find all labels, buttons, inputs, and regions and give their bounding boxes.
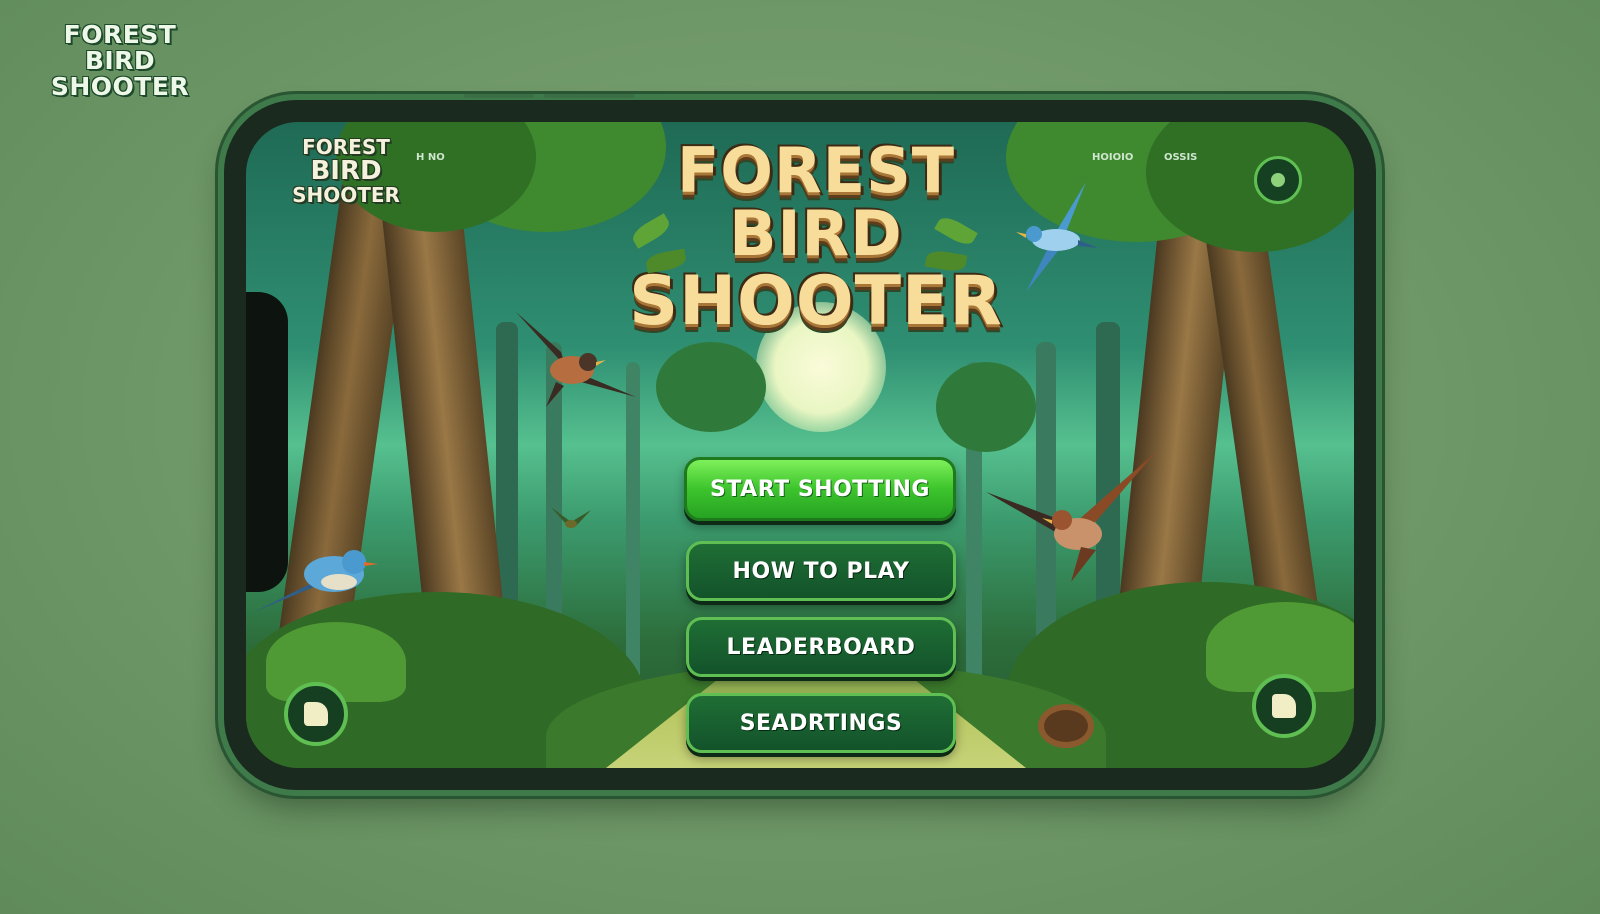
title-line-1: FOREST	[676, 134, 956, 207]
phone-device: FOREST BIRD SHOOTER H NO HOIOIO OSSIS FO…	[224, 94, 1376, 790]
bird-small-distant	[551, 507, 591, 528]
corner-logo-line-1: FOREST	[63, 20, 177, 49]
bird-brown-flying-right	[986, 452, 1156, 582]
start-button[interactable]: START SHOTTING	[684, 457, 956, 521]
top-settings-icon[interactable]	[1254, 156, 1302, 204]
small-logo-line-2: BIRD	[310, 156, 382, 186]
status-label: OSSIS	[1164, 152, 1198, 163]
phone-side-button	[464, 94, 534, 98]
log-stump	[1038, 704, 1094, 748]
small-logo-line-3: SHOOTER	[292, 183, 400, 207]
settings-button[interactable]: SEADRTINGS	[686, 693, 956, 753]
status-label: H NO	[416, 152, 445, 163]
settings-circle-icon	[1271, 173, 1285, 187]
corner-logo-line-2: BIRD	[84, 46, 156, 75]
bottom-right-button[interactable]	[1252, 674, 1316, 738]
game-screen: FOREST BIRD SHOOTER H NO HOIOIO OSSIS FO…	[246, 122, 1354, 768]
how-to-play-button[interactable]: HOW TO PLAY	[686, 541, 956, 601]
bottom-left-button[interactable]	[284, 682, 348, 746]
screen-small-logo: FOREST BIRD SHOOTER	[286, 136, 406, 206]
corner-logo-line-3: SHOOTER	[50, 72, 190, 101]
play-circle-icon	[304, 702, 328, 726]
small-logo-line-1: FOREST	[302, 135, 390, 159]
title-line-3: SHOOTER	[629, 262, 1003, 341]
tree-canopy	[656, 342, 766, 432]
leaderboard-button[interactable]: LEADERBOARD	[686, 617, 956, 677]
status-label: HOIOIO	[1092, 152, 1134, 163]
phone-side-button	[544, 94, 634, 98]
tree-canopy	[936, 362, 1036, 452]
bird-blue-perched	[254, 550, 378, 612]
corner-brand-logo: FOREST BIRD SHOOTER	[40, 22, 200, 100]
sound-circle-icon	[1272, 694, 1296, 718]
